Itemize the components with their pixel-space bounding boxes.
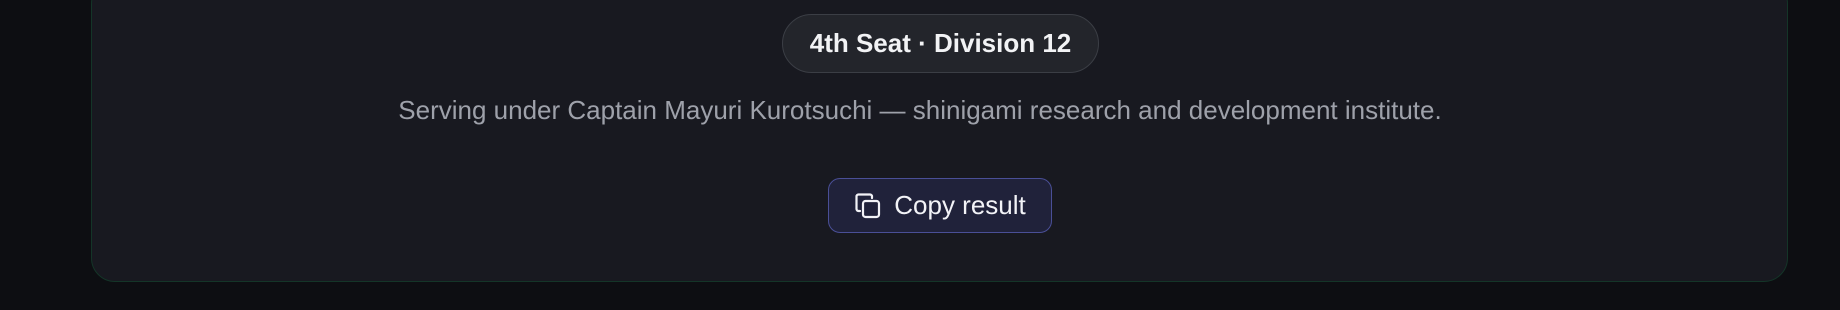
copy-icon [854,192,882,220]
copy-result-button[interactable]: Copy result [828,178,1052,233]
rank-badge: 4th Seat · Division 12 [782,14,1099,73]
rank-badge-label: 4th Seat · Division 12 [809,28,1072,58]
copy-result-label: Copy result [894,190,1026,220]
result-description: Serving under Captain Mayuri Kurotsuchi … [398,95,1442,125]
